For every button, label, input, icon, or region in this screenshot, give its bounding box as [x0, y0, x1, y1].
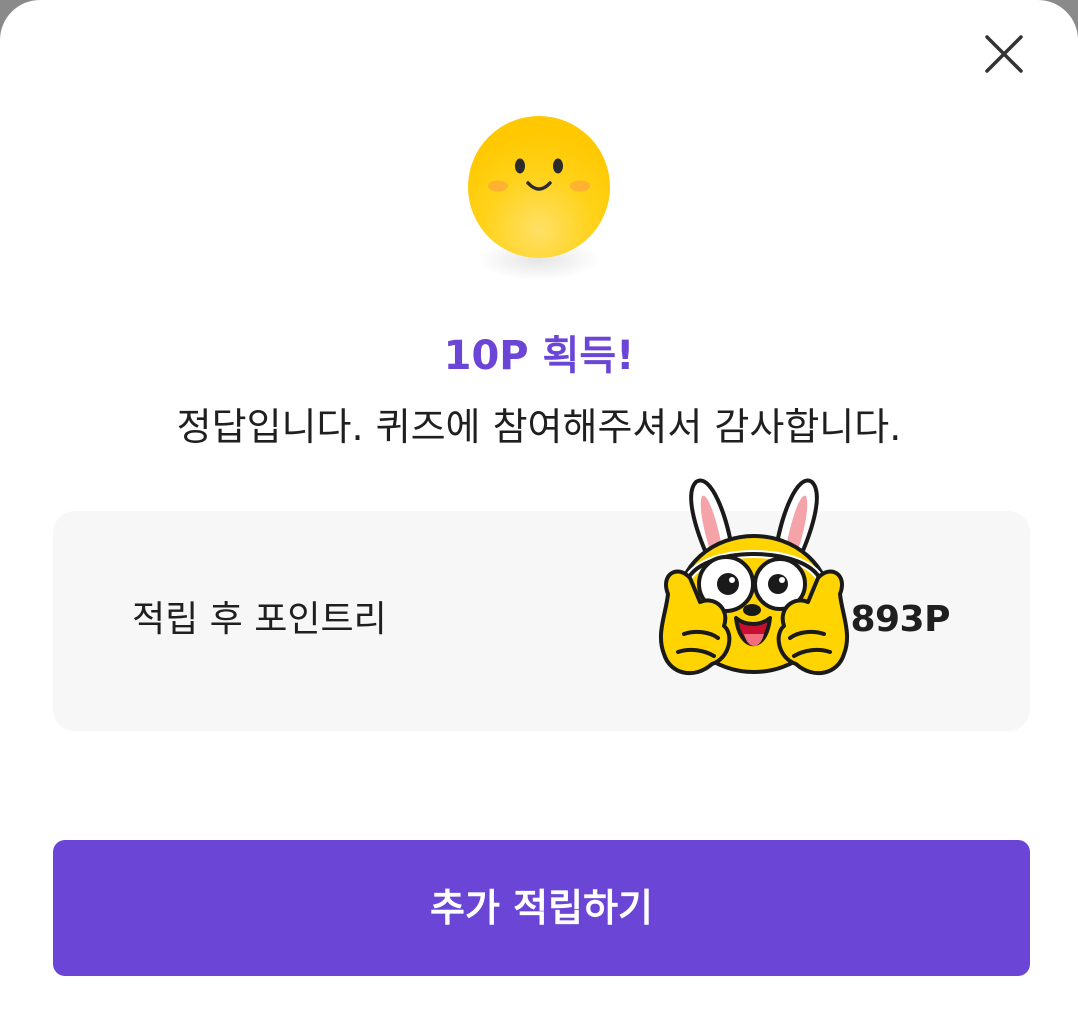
points-summary-card: 적립 후 포인트리 0,893P [53, 511, 1030, 731]
close-button[interactable] [978, 28, 1030, 80]
reward-popup: 10P 획득! 정답입니다. 퀴즈에 참여해주셔서 감사합니다. 적립 후 포인… [0, 0, 1078, 1030]
character-sticker-icon [656, 474, 852, 694]
smiley-face-icon [467, 115, 611, 259]
close-icon [985, 35, 1023, 73]
points-label: 적립 후 포인트리 [132, 599, 387, 640]
reward-message: 정답입니다. 퀴즈에 참여해주셔서 감사합니다. [176, 405, 902, 449]
reward-title: 10P 획득! [443, 333, 635, 379]
earn-more-button[interactable]: 추가 적립하기 [53, 840, 1030, 976]
